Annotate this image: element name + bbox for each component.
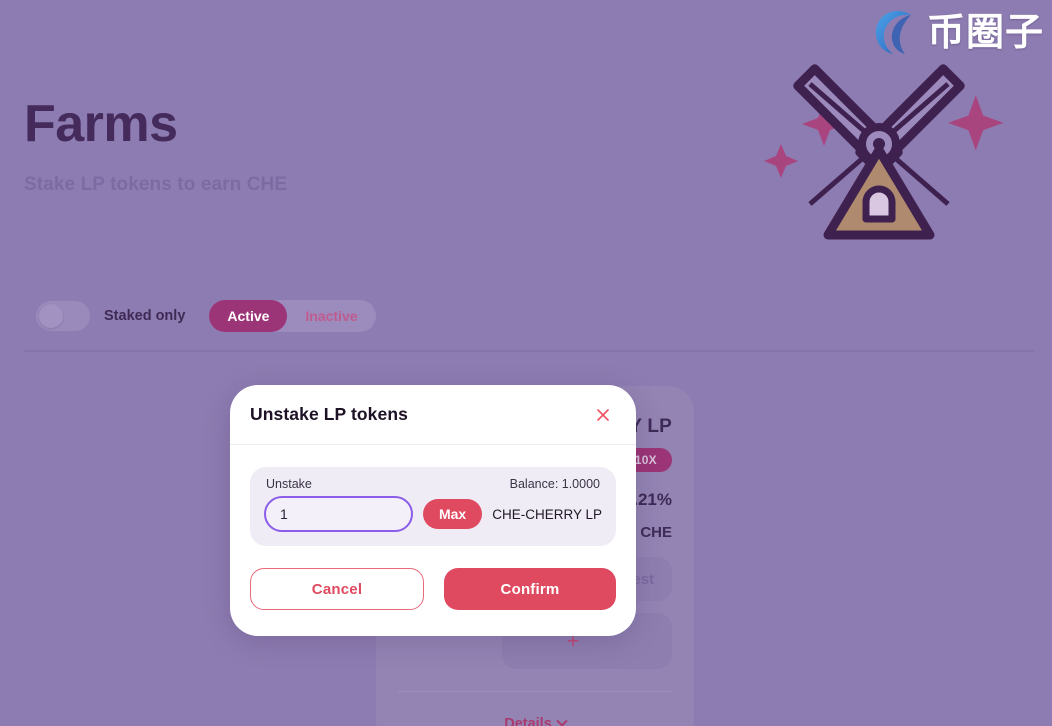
farm-details-label: Details	[504, 716, 552, 726]
modal-header: Unstake LP tokens	[230, 385, 636, 445]
max-button[interactable]: Max	[422, 499, 483, 529]
staked-only-toggle[interactable]	[36, 301, 90, 331]
toggle-knob	[39, 304, 63, 328]
status-filter-group: Active Inactive	[209, 300, 376, 332]
unstake-input-label: Unstake	[266, 477, 312, 491]
modal-title: Unstake LP tokens	[250, 404, 408, 424]
section-divider	[24, 350, 1034, 352]
unstake-modal: Unstake LP tokens Unstake Balance: 1.000…	[230, 385, 636, 636]
token-symbol-label: CHE-CHERRY LP	[492, 506, 602, 522]
balance-label: Balance: 1.0000	[509, 477, 600, 491]
modal-body: Unstake Balance: 1.0000 Max CHE-CHERRY L…	[230, 445, 636, 636]
close-x-glyph	[597, 408, 609, 421]
close-icon[interactable]	[592, 404, 614, 426]
page-title: Farms	[24, 95, 178, 153]
cancel-button[interactable]: Cancel	[250, 568, 424, 610]
unstake-amount-input[interactable]	[264, 496, 413, 532]
unstake-input-panel: Unstake Balance: 1.0000 Max CHE-CHERRY L…	[250, 467, 616, 546]
c-swoosh-logo-icon	[875, 11, 911, 55]
brand-name: 币圈子	[926, 10, 1044, 54]
brand-logo: 币圈子	[867, 4, 1044, 60]
filter-inactive[interactable]: Inactive	[287, 300, 375, 332]
input-panel-header: Unstake Balance: 1.0000	[264, 477, 602, 496]
input-panel-row: Max CHE-CHERRY LP	[264, 496, 602, 532]
chevron-down-icon	[556, 715, 568, 726]
confirm-button[interactable]: Confirm	[444, 568, 616, 610]
farm-details-toggle[interactable]: Details	[398, 715, 672, 726]
windmill-illustration	[764, 64, 1004, 240]
filter-active[interactable]: Active	[209, 300, 288, 332]
staked-only-label: Staked only	[104, 308, 186, 324]
page-header: Farms Stake LP tokens to earn CHE	[24, 96, 287, 196]
page-subtitle: Stake LP tokens to earn CHE	[24, 174, 288, 196]
filters-toolbar: Staked only Active Inactive	[36, 300, 376, 332]
card-footer-divider	[398, 691, 672, 692]
modal-actions: Cancel Confirm	[250, 568, 616, 610]
